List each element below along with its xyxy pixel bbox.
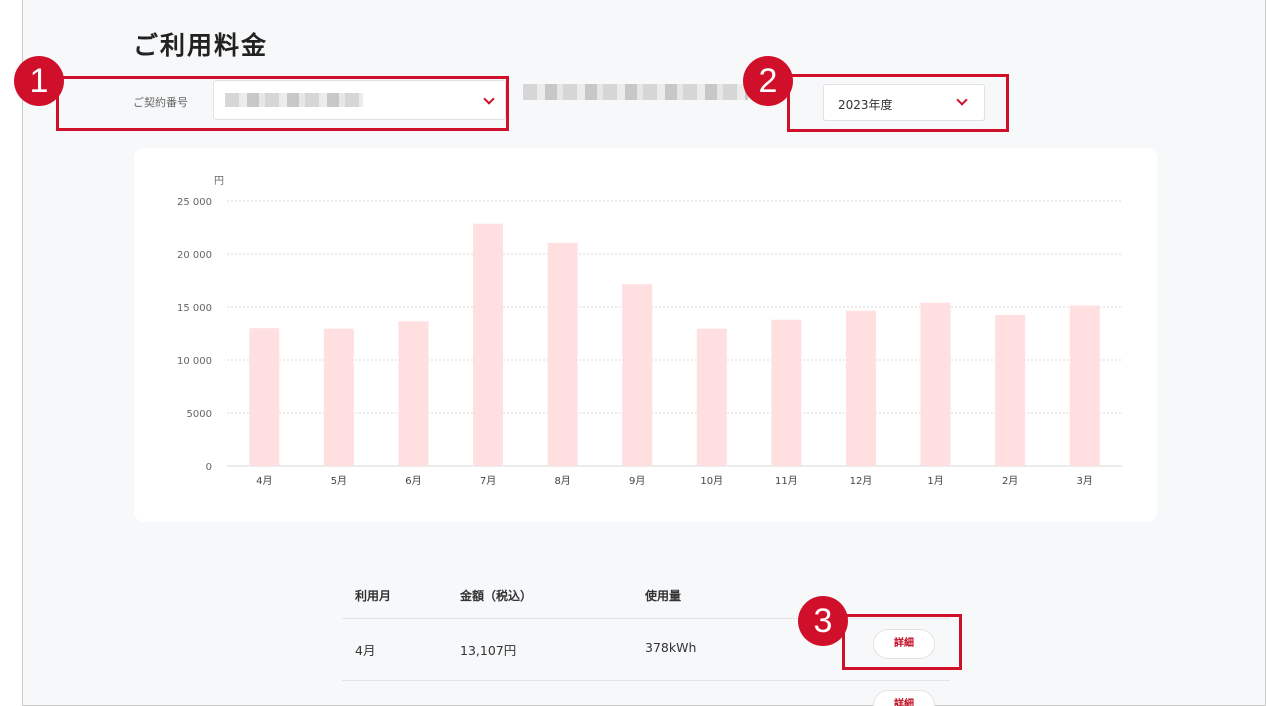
- x-tick-label: 3月: [1077, 475, 1093, 487]
- y-tick-label: 5000: [187, 409, 212, 420]
- x-tick-label: 6月: [405, 475, 421, 487]
- x-tick-label: 2月: [1002, 475, 1018, 487]
- x-tick-label: 1月: [927, 475, 943, 487]
- page-title: ご利用料金: [133, 31, 269, 60]
- bar-6: [622, 284, 653, 466]
- step-marker-2: 2: [743, 56, 793, 106]
- x-tick-label: 10月: [700, 475, 723, 487]
- x-tick-label: 5月: [331, 475, 347, 487]
- y-tick-label: 10 000: [177, 356, 212, 367]
- bar-2: [323, 328, 354, 466]
- table-divider: [342, 680, 950, 681]
- bar-8: [771, 319, 802, 466]
- detail-button[interactable]: 詳細: [873, 690, 935, 706]
- x-tick-label: 8月: [554, 475, 570, 487]
- y-tick-label: 0: [206, 462, 212, 473]
- y-axis-unit-label: 円: [214, 176, 224, 187]
- highlight-box-contract: [56, 76, 509, 131]
- row-amount: 13,107円: [460, 643, 517, 658]
- x-tick-label: 4月: [256, 475, 272, 487]
- step-marker-3: 3: [798, 596, 848, 646]
- highlight-box-year: [787, 74, 1009, 132]
- bar-5: [547, 242, 578, 466]
- step-marker-1: 1: [14, 56, 64, 106]
- y-tick-label: 15 000: [177, 303, 212, 314]
- bar-4: [473, 223, 504, 466]
- table-header-amount: 金額（税込）: [460, 589, 533, 603]
- bar-11: [995, 314, 1026, 466]
- y-tick-label: 20 000: [177, 250, 212, 261]
- row-month: 4月: [355, 643, 376, 658]
- x-tick-label: 9月: [629, 475, 645, 487]
- bar-1: [249, 328, 280, 466]
- table-header-month: 利用月: [355, 589, 392, 603]
- bar-12: [1069, 305, 1100, 466]
- bar-10: [920, 302, 951, 466]
- x-tick-label: 12月: [850, 475, 873, 487]
- bar-3: [398, 321, 429, 466]
- x-tick-label: 7月: [480, 475, 496, 487]
- contract-info-masked: [523, 84, 748, 100]
- bar-7: [696, 328, 727, 466]
- row-usage: 378kWh: [645, 640, 697, 655]
- x-tick-label: 11月: [775, 475, 798, 487]
- monthly-charges-chart: 円 0 5000 10 000 15 000 20 000 25 000 4月 5月 6月 7月 8月…: [177, 176, 1122, 487]
- table-header-usage: 使用量: [645, 589, 682, 603]
- highlight-box-detail: [842, 614, 962, 670]
- y-tick-label: 25 000: [177, 197, 212, 208]
- bar-9: [845, 310, 876, 466]
